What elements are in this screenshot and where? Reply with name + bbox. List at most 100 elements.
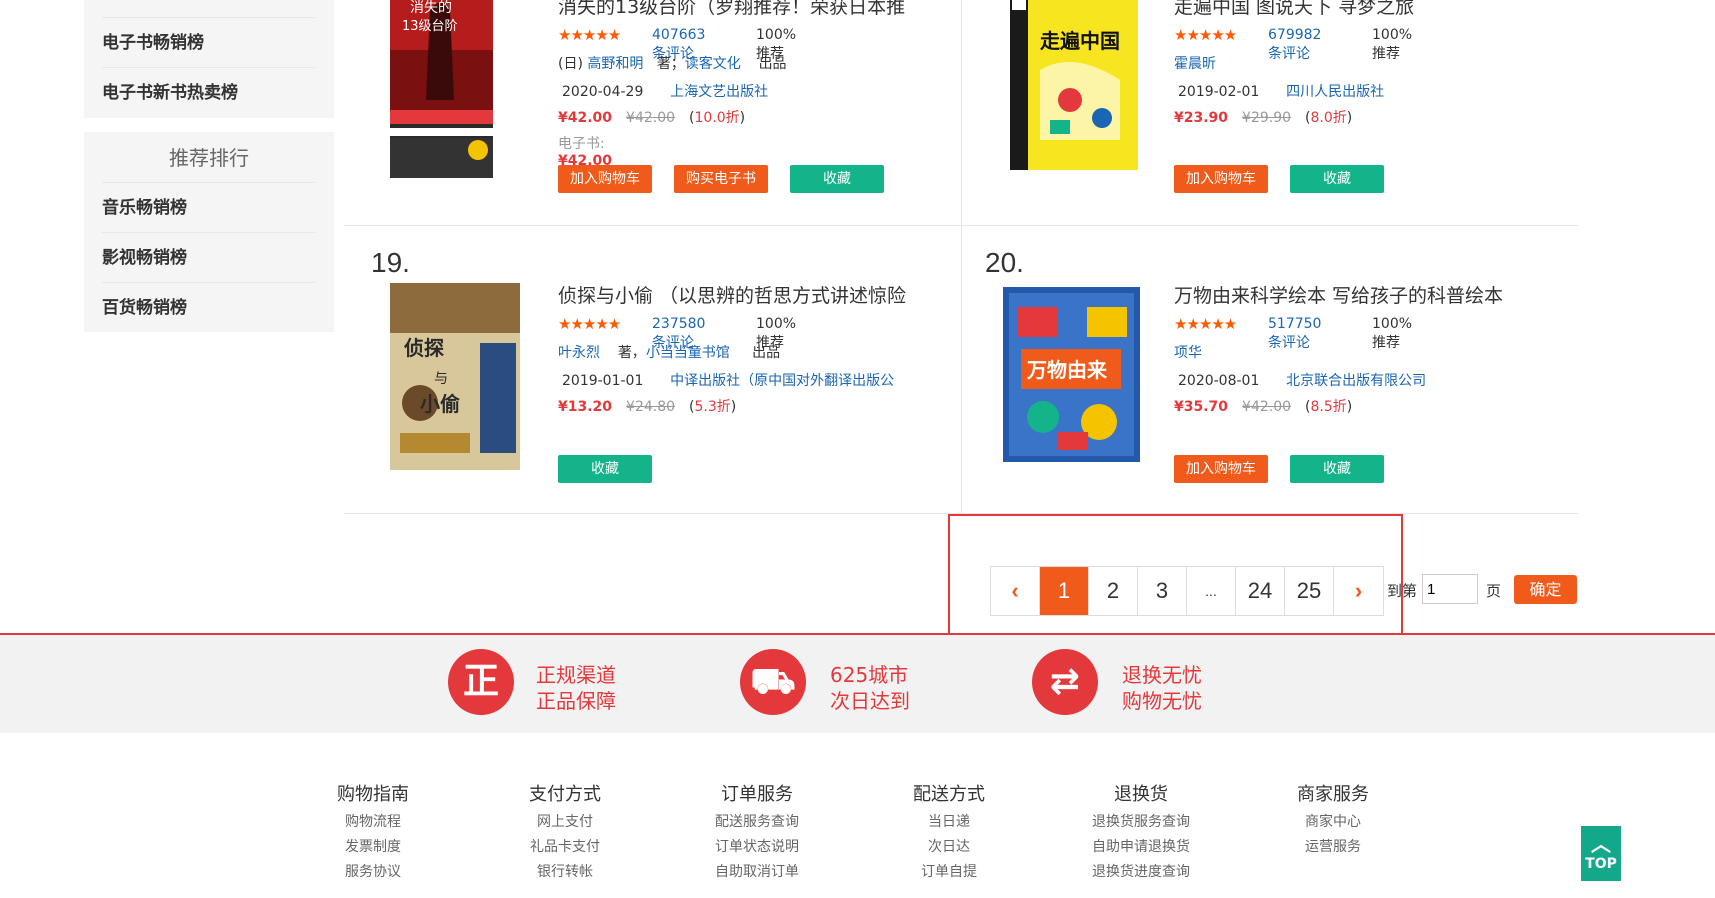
price-line: ¥13.20 ¥24.80 (5.3折): [558, 396, 736, 416]
sidebar-item-ebook-new[interactable]: 电子书新书热卖榜: [102, 67, 315, 117]
review-count-link[interactable]: 679982条评论: [1268, 27, 1321, 63]
footer-heading: 配送方式: [913, 784, 985, 805]
publish-line: 2020-04-29 上海文艺出版社: [562, 81, 768, 101]
chevron-up-icon: ︿: [1591, 832, 1611, 856]
author-role: 著，: [617, 345, 646, 361]
publisher-brand-link[interactable]: 读客文化: [685, 56, 741, 72]
footer-link[interactable]: 退换货进度查询: [1071, 860, 1211, 885]
footer-link[interactable]: 礼品卡支付: [495, 835, 635, 860]
footer-column-shopping-guide: 购物指南 购物流程 发票制度 服务协议: [303, 780, 443, 885]
svg-text:走遍中国: 走遍中国: [1040, 29, 1120, 53]
favorite-button[interactable]: 收藏: [1290, 455, 1384, 483]
footer-heading: 退换货: [1114, 784, 1168, 805]
review-count-link[interactable]: 517750条评论: [1268, 316, 1321, 352]
footer-link[interactable]: 服务协议: [303, 860, 443, 885]
book-cover-image[interactable]: 消失的 13级台阶: [390, 0, 493, 178]
footer-heading: 订单服务: [721, 784, 793, 805]
sidebar-item-ebook-bestseller[interactable]: 电子书畅销榜: [102, 17, 315, 67]
price-line: ¥35.70 ¥42.00 (8.5折): [1174, 396, 1352, 416]
add-to-cart-button[interactable]: 加入购物车: [1174, 455, 1268, 483]
guarantee-text: 正规渠道 正品保障: [536, 663, 616, 713]
goto-page-input[interactable]: [1422, 574, 1478, 604]
guarantee-text: 625城市 次日达到: [830, 663, 910, 713]
footer-link[interactable]: 网上支付: [495, 810, 635, 835]
favorite-button[interactable]: 收藏: [558, 455, 652, 483]
footer-column-delivery: 配送方式 当日递 次日达 订单自提: [879, 780, 1019, 885]
footer-link[interactable]: 订单自提: [879, 860, 1019, 885]
product-title[interactable]: 万物由来科学绘本 写给孩子的科普绘本: [1174, 281, 1554, 308]
footer-column-merchant: 商家服务 商家中心 运营服务: [1263, 780, 1403, 860]
press-link[interactable]: 北京联合出版有限公司: [1286, 373, 1426, 389]
footer-link[interactable]: 退换货服务查询: [1071, 810, 1211, 835]
sidebar-item-goods[interactable]: 百货畅销榜: [102, 282, 315, 332]
publish-line: 2019-02-01 四川人民出版社: [1178, 81, 1384, 101]
book-cover-image[interactable]: 万物由来: [1003, 287, 1140, 462]
author-line: (日) 高野和明 著；读客文化 出品: [558, 53, 787, 73]
footer-link[interactable]: 订单状态说明: [687, 835, 827, 860]
page-button-25[interactable]: 25: [1285, 567, 1334, 615]
footer-link[interactable]: 购物流程: [303, 810, 443, 835]
author-link[interactable]: 叶永烈: [558, 345, 600, 361]
rank-number: 19.: [371, 247, 410, 278]
next-page-button[interactable]: ›: [1334, 567, 1383, 615]
book-cover-image[interactable]: 走遍中国: [1010, 0, 1138, 170]
goto-suffix-label: 页: [1486, 582, 1502, 600]
footer-link[interactable]: 运营服务: [1263, 835, 1403, 860]
goto-confirm-button[interactable]: 确定: [1514, 575, 1577, 604]
author-link[interactable]: 高野和明: [587, 56, 643, 72]
publish-line: 2020-08-01 北京联合出版有限公司: [1178, 370, 1426, 390]
discount: (10.0折): [689, 110, 746, 126]
footer-link[interactable]: 发票制度: [303, 835, 443, 860]
footer-link[interactable]: 商家中心: [1263, 810, 1403, 835]
sidebar-item-video[interactable]: 影视畅销榜: [102, 232, 315, 282]
publisher-brand-link[interactable]: 小当当童书馆: [646, 345, 730, 361]
footer-heading: 商家服务: [1297, 784, 1369, 805]
author-line: 项华: [1174, 342, 1202, 362]
sidebar-item-music[interactable]: 音乐畅销榜: [102, 182, 315, 232]
svg-text:与: 与: [434, 371, 448, 387]
delivery-truck-icon: ⛟: [740, 649, 806, 715]
return-basket-icon: ⇄: [1032, 649, 1098, 715]
footer-link[interactable]: 次日达: [879, 835, 1019, 860]
price-line: ¥23.90 ¥29.90 (8.0折): [1174, 107, 1352, 127]
add-to-cart-button[interactable]: 加入购物车: [1174, 165, 1268, 193]
discount: (8.0折): [1305, 110, 1353, 126]
footer-link[interactable]: 当日递: [879, 810, 1019, 835]
svg-text:小偷: 小偷: [420, 392, 460, 416]
footer-link[interactable]: 自助取消订单: [687, 860, 827, 885]
author-role: 著；: [656, 56, 685, 72]
recommend-rate: 100%推荐: [1372, 316, 1413, 351]
press-link[interactable]: 四川人民出版社: [1286, 84, 1384, 100]
product-title[interactable]: 侦探与小偷 （以思辨的哲思方式讲述惊险: [558, 281, 938, 308]
favorite-button[interactable]: 收藏: [1290, 165, 1384, 193]
page-button-2[interactable]: 2: [1089, 567, 1138, 615]
rating-stars: ★★★★★: [1174, 26, 1237, 44]
book-cover-image[interactable]: 侦探 与 小偷: [390, 283, 520, 470]
page-button-24[interactable]: 24: [1236, 567, 1285, 615]
footer-link[interactable]: 配送服务查询: [687, 810, 827, 835]
product-title[interactable]: 走遍中国 图说天下 寻梦之旅: [1174, 0, 1554, 19]
ebook-rank-box: 电子书畅销榜 电子书新书热卖榜: [84, 0, 334, 118]
publish-date: 2020-04-29: [562, 84, 644, 100]
top-label: TOP: [1585, 856, 1617, 872]
guarantee-text: 退换无忧 购物无忧: [1122, 663, 1202, 713]
publish-line: 2019-01-01 中译出版社（原中国对外翻译出版公: [562, 370, 894, 390]
author-link[interactable]: 霍晨昕: [1174, 56, 1216, 72]
current-price: ¥35.70: [1174, 399, 1229, 415]
author-link[interactable]: 项华: [1174, 345, 1202, 361]
press-link[interactable]: 中译出版社（原中国对外翻译出版公: [670, 373, 894, 389]
back-to-top-button[interactable]: ︿ TOP: [1581, 826, 1621, 881]
product-title[interactable]: 消失的13级台阶（罗翔推荐！荣获日本推: [558, 0, 938, 19]
price-line: ¥42.00 ¥42.00 (10.0折): [558, 107, 745, 127]
favorite-button[interactable]: 收藏: [790, 165, 884, 193]
add-to-cart-button[interactable]: 加入购物车: [558, 165, 652, 193]
footer-link[interactable]: 自助申请退换货: [1071, 835, 1211, 860]
goto-prefix-label: 到第: [1387, 582, 1418, 600]
footer-link[interactable]: 银行转帐: [495, 860, 635, 885]
page-button-3[interactable]: 3: [1138, 567, 1187, 615]
page-button-1[interactable]: 1: [1040, 567, 1089, 615]
press-link[interactable]: 上海文艺出版社: [670, 84, 768, 100]
prev-page-button[interactable]: ‹: [991, 567, 1040, 615]
buy-ebook-button[interactable]: 购买电子书: [674, 165, 768, 193]
grid-divider-vertical: [961, 0, 962, 513]
